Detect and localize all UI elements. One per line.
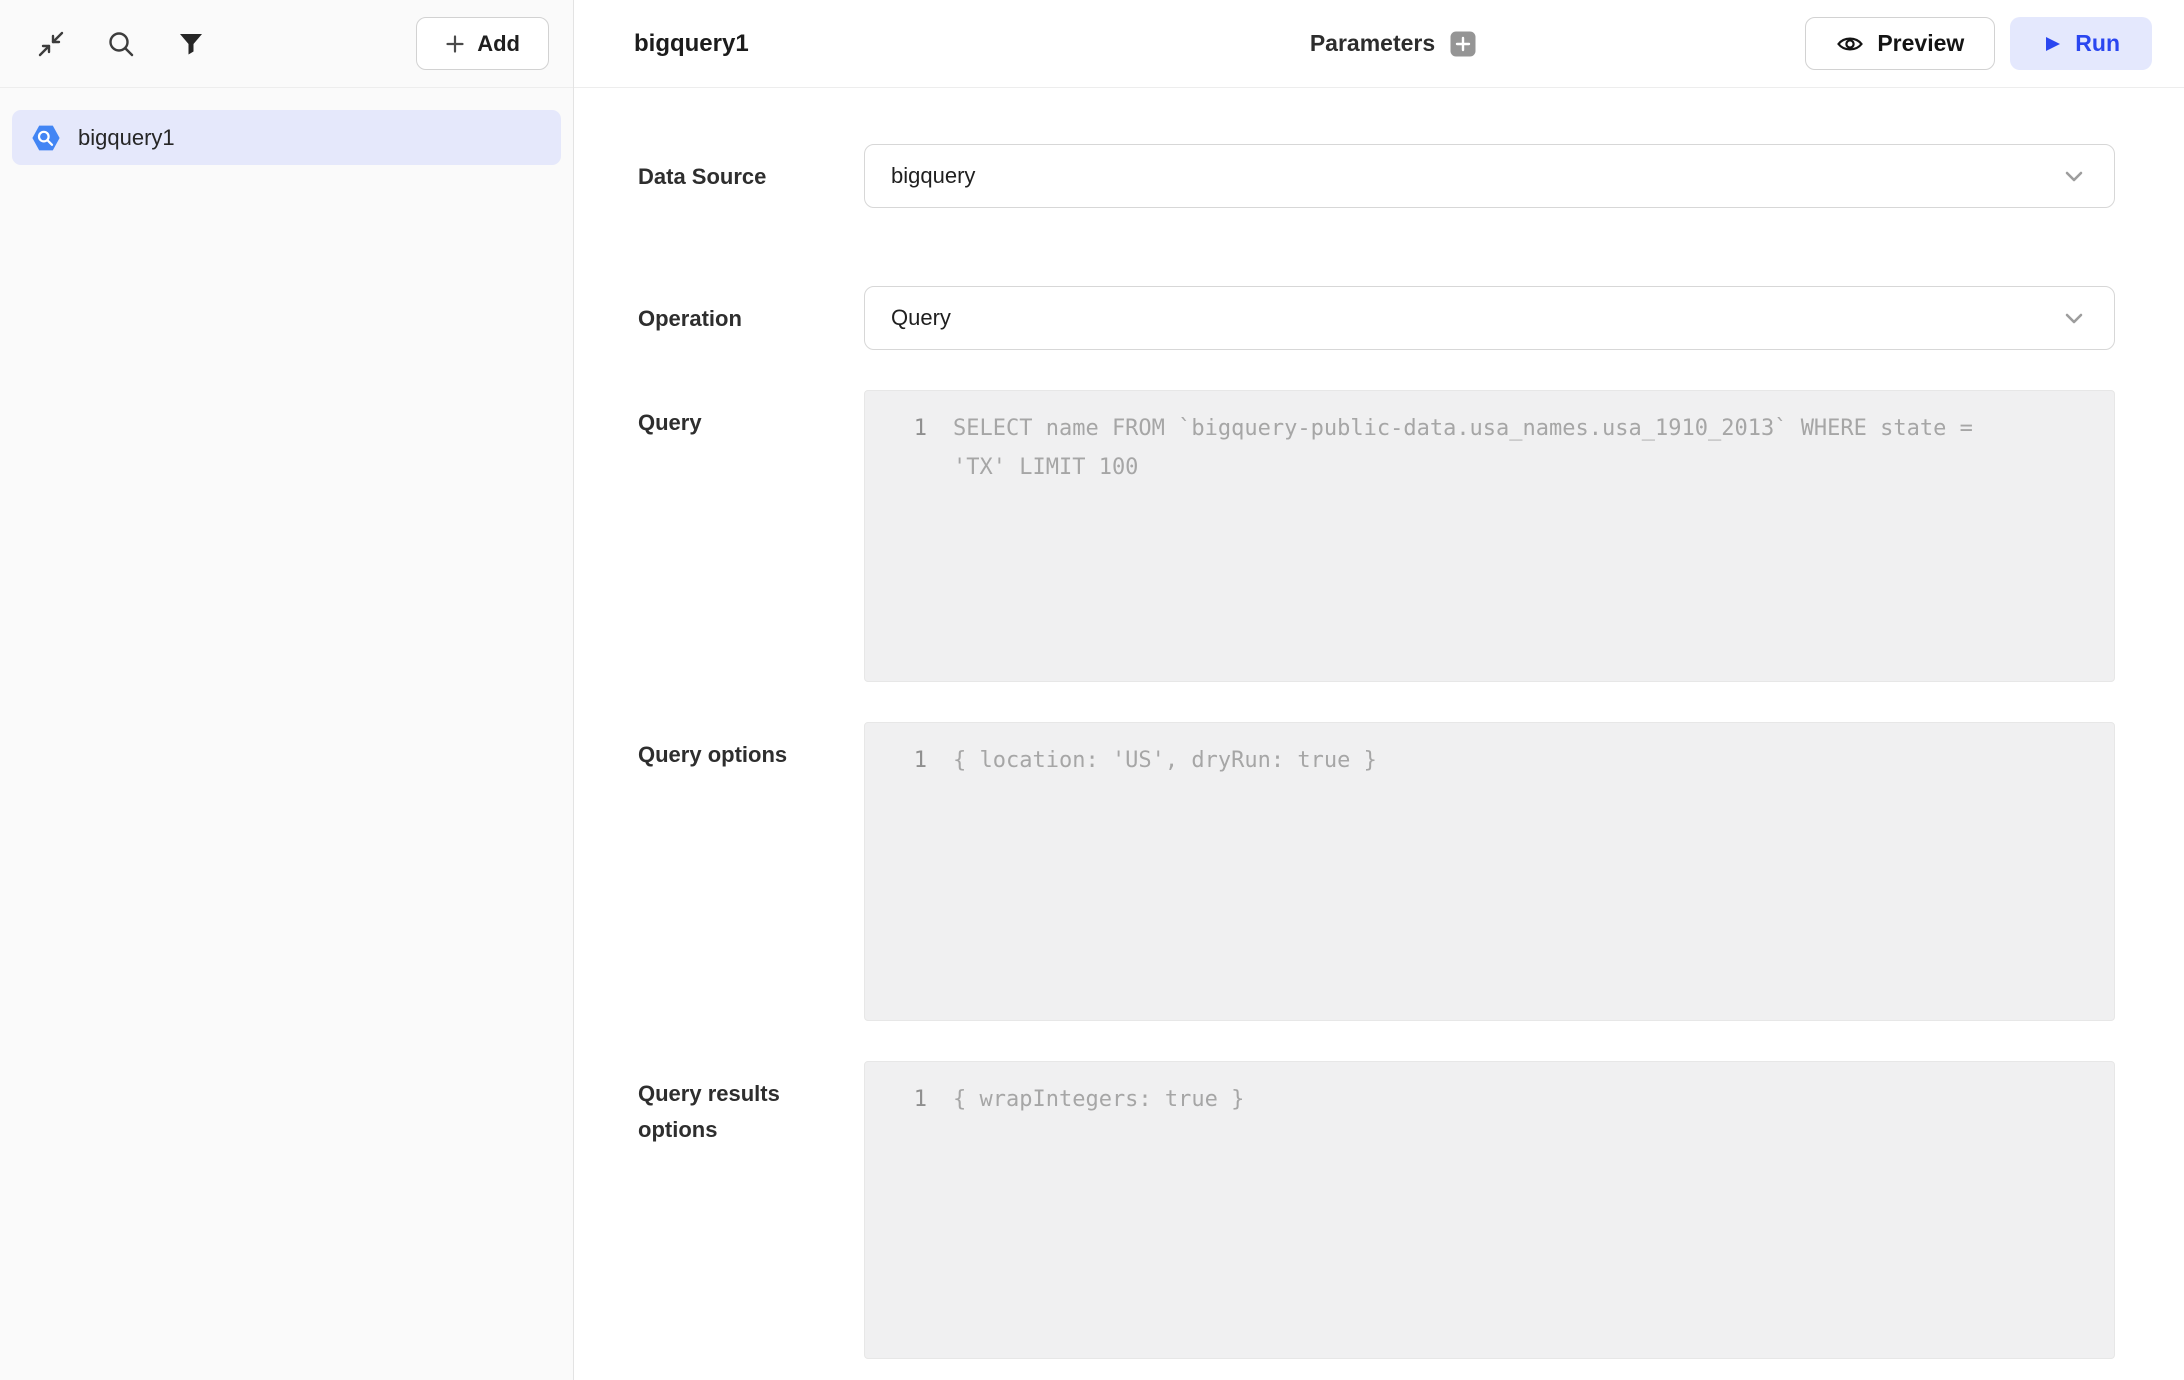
form-row-query: Query 1 SELECT name FROM `bigquery-publi… (638, 390, 2184, 682)
run-button[interactable]: Run (2010, 17, 2152, 70)
search-button[interactable] (104, 27, 138, 61)
query-list-item-label: bigquery1 (78, 125, 175, 151)
search-icon (106, 29, 136, 59)
preview-button-label: Preview (1877, 30, 1964, 57)
sidebar-toolbar: Add (0, 0, 573, 88)
form-row-query-options: Query options 1 { location: 'US', dryRun… (638, 722, 2184, 1021)
filter-button[interactable] (174, 27, 208, 61)
line-number: 1 (885, 409, 927, 448)
operation-select[interactable]: Query (864, 286, 2115, 350)
form-row-query-results-options: Query results options 1 { wrapIntegers: … (638, 1061, 2184, 1359)
header-actions: Preview Run (1476, 17, 2152, 70)
query-form: Data Source bigquery Operation Query (574, 88, 2184, 1359)
query-label: Query (638, 390, 864, 441)
parameters-label: Parameters (1310, 30, 1435, 57)
play-icon (2042, 34, 2062, 54)
data-source-label: Data Source (638, 144, 864, 195)
line-number: 1 (885, 1080, 927, 1119)
run-button-label: Run (2075, 30, 2120, 57)
preview-button[interactable]: Preview (1805, 17, 1995, 70)
query-list: bigquery1 (0, 88, 573, 165)
query-results-options-code-editor[interactable]: 1 { wrapIntegers: true } (864, 1061, 2115, 1359)
form-row-data-source: Data Source bigquery (638, 144, 2184, 208)
chevron-down-icon (2060, 304, 2088, 332)
operation-value: Query (891, 305, 951, 331)
query-options-placeholder: { location: 'US', dryRun: true } (953, 741, 2003, 780)
eye-icon (1836, 30, 1864, 58)
page-title: bigquery1 (634, 30, 1310, 58)
main-panel: bigquery1 Parameters (574, 0, 2184, 1380)
parameters-section: Parameters (1310, 30, 1476, 57)
chevron-down-icon (2060, 162, 2088, 190)
sidebar: Add bigquery1 (0, 0, 574, 1380)
form-row-operation: Operation Query (638, 286, 2184, 350)
query-results-options-label: Query results options (638, 1061, 864, 1149)
plus-icon (445, 34, 465, 54)
app-window: Add bigquery1 bigquery1 Parameters (0, 0, 2184, 1380)
query-list-item-bigquery1[interactable]: bigquery1 (12, 110, 561, 165)
query-options-code-editor[interactable]: 1 { location: 'US', dryRun: true } (864, 722, 2115, 1021)
bigquery-icon (30, 122, 62, 154)
data-source-value: bigquery (891, 163, 975, 189)
query-code-placeholder: SELECT name FROM `bigquery-public-data.u… (953, 409, 2003, 487)
query-code-editor[interactable]: 1 SELECT name FROM `bigquery-public-data… (864, 390, 2115, 682)
add-parameter-button[interactable] (1450, 31, 1476, 57)
line-number: 1 (885, 741, 927, 780)
query-results-options-placeholder: { wrapIntegers: true } (953, 1080, 2003, 1119)
collapse-icon (36, 29, 66, 59)
operation-label: Operation (638, 286, 864, 337)
collapse-panel-button[interactable] (34, 27, 68, 61)
add-query-button[interactable]: Add (416, 17, 549, 70)
plus-square-icon (1450, 31, 1476, 57)
filter-icon (178, 31, 204, 57)
main-header: bigquery1 Parameters (574, 0, 2184, 88)
query-options-label: Query options (638, 722, 864, 773)
add-button-label: Add (477, 31, 520, 57)
data-source-select[interactable]: bigquery (864, 144, 2115, 208)
